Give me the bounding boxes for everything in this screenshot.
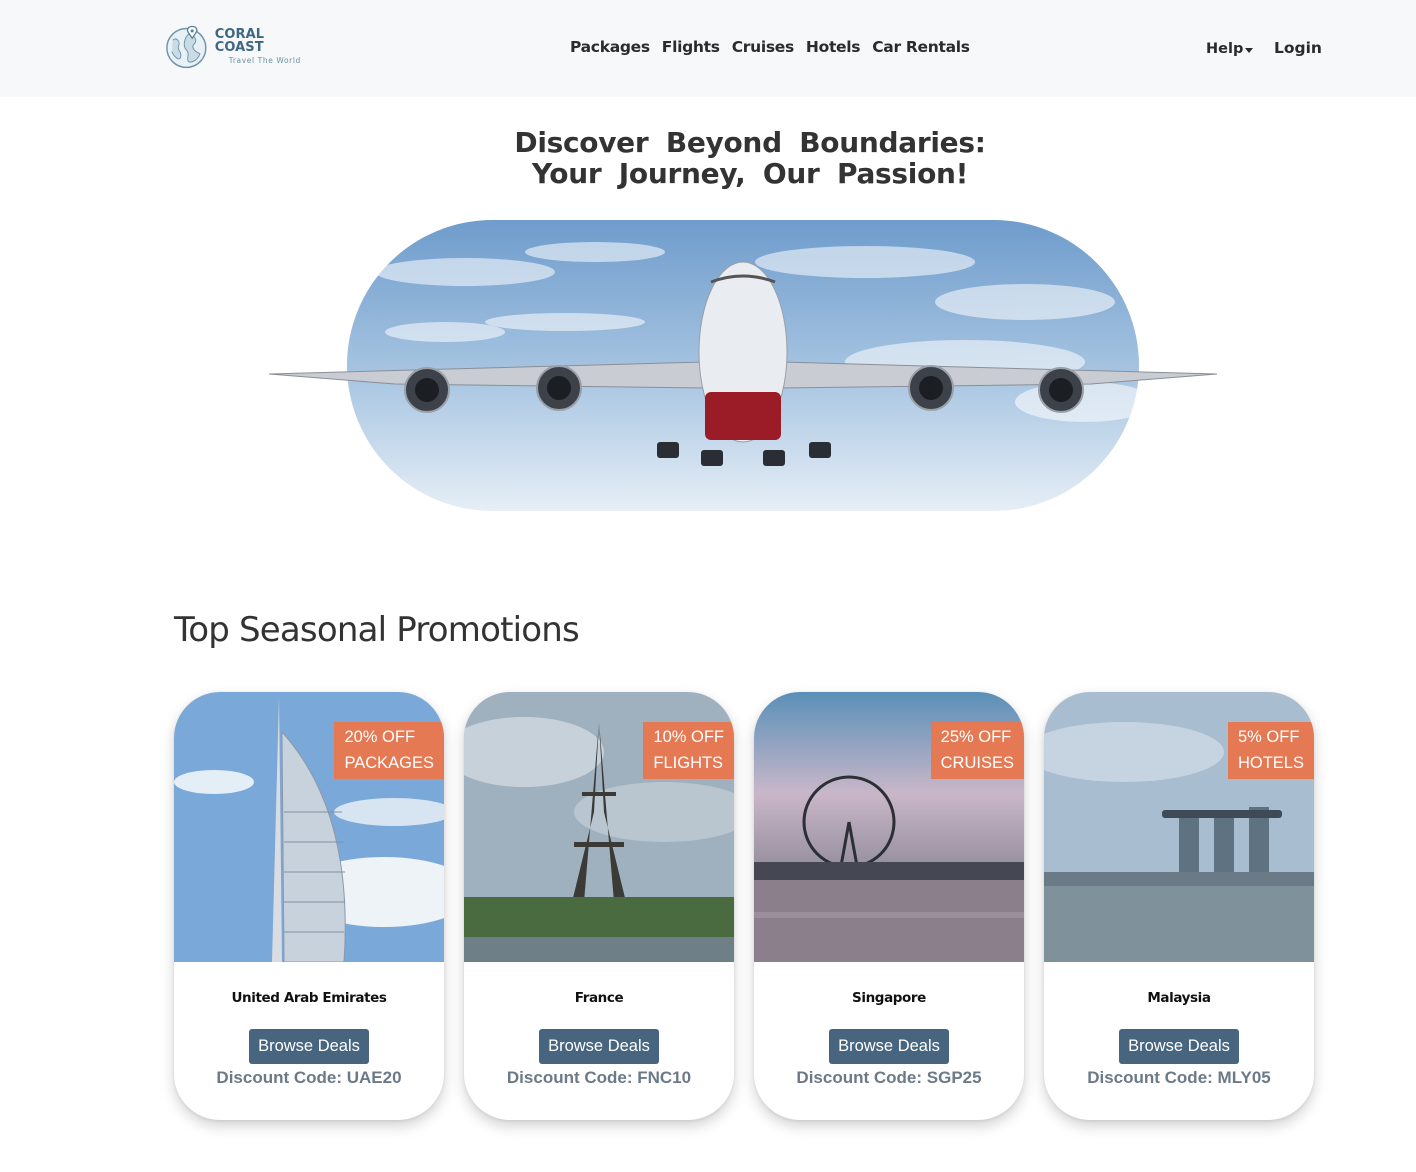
- discount-badge: 20% OFF PACKAGES: [334, 722, 444, 779]
- promotions-title: Top Seasonal Promotions: [174, 610, 580, 650]
- brand-name: CORAL COAST: [214, 26, 265, 55]
- country-name: France: [574, 990, 624, 1006]
- badge-category: PACKAGES: [344, 754, 434, 772]
- browse-deals-button[interactable]: Browse Deals: [829, 1029, 949, 1064]
- promo-card-uae: 20% OFF PACKAGES United Arab Emirates Br…: [174, 692, 444, 1120]
- discount-code: Discount Code: SGP25: [796, 1068, 982, 1087]
- country-name: Singapore: [852, 990, 926, 1006]
- badge-category: CRUISES: [940, 754, 1014, 772]
- login-link[interactable]: Login: [1274, 39, 1322, 57]
- hero-title-line2: Your Journey, Our Passion!: [531, 157, 969, 190]
- badge-percent: 20% OFF: [344, 728, 416, 746]
- browse-deals-button[interactable]: Browse Deals: [1119, 1029, 1239, 1064]
- discount-code: Discount Code: FNC10: [506, 1068, 692, 1087]
- promo-card-france: 10% OFF FLIGHTS France Browse Deals Disc…: [464, 692, 734, 1120]
- help-label: Help: [1206, 41, 1244, 57]
- discount-badge: 5% OFF HOTELS: [1227, 722, 1314, 779]
- country-name: Malaysia: [1147, 990, 1211, 1006]
- badge-percent: 10% OFF: [653, 728, 724, 746]
- discount-badge: 25% OFF CRUISES: [930, 722, 1024, 779]
- badge-percent: 5% OFF: [1237, 728, 1300, 746]
- discount-code: Discount Code: MLY05: [1087, 1068, 1271, 1087]
- help-dropdown[interactable]: Help: [1206, 41, 1254, 57]
- hero-title: Discover Beyond Boundaries: Your Journey…: [420, 127, 1080, 189]
- globe-logo-icon: [166, 25, 207, 69]
- nav-hotels[interactable]: Hotels: [806, 38, 861, 56]
- nav-car-rentals[interactable]: Car Rentals: [872, 38, 970, 56]
- caret-down-icon: [1245, 47, 1254, 53]
- badge-category: FLIGHTS: [653, 754, 724, 772]
- country-name: United Arab Emirates: [231, 990, 387, 1006]
- promo-card-malaysia: 5% OFF HOTELS Malaysia Browse Deals Disc…: [1044, 692, 1314, 1120]
- badge-category: HOTELS: [1237, 754, 1304, 772]
- nav-packages[interactable]: Packages: [570, 38, 650, 56]
- promo-card-singapore: 25% OFF CRUISES Singapore Browse Deals D…: [754, 692, 1024, 1120]
- main-nav: Packages Flights Cruises Hotels Car Rent…: [570, 38, 970, 56]
- discount-code: Discount Code: UAE20: [216, 1068, 402, 1087]
- discount-badge: 10% OFF FLIGHTS: [643, 722, 734, 779]
- browse-deals-button[interactable]: Browse Deals: [539, 1029, 659, 1064]
- hero-title-line1: Discover Beyond Boundaries:: [514, 126, 986, 159]
- site-header: CORAL COAST Travel The World Packages Fl…: [0, 0, 1416, 97]
- brand-logo[interactable]: CORAL COAST Travel The World: [163, 20, 315, 72]
- hero-airplane-image: [268, 220, 1218, 511]
- brand-tagline: Travel The World: [228, 55, 301, 65]
- browse-deals-button[interactable]: Browse Deals: [249, 1029, 369, 1064]
- badge-percent: 25% OFF: [940, 728, 1012, 746]
- nav-cruises[interactable]: Cruises: [732, 38, 795, 56]
- nav-flights[interactable]: Flights: [662, 38, 720, 56]
